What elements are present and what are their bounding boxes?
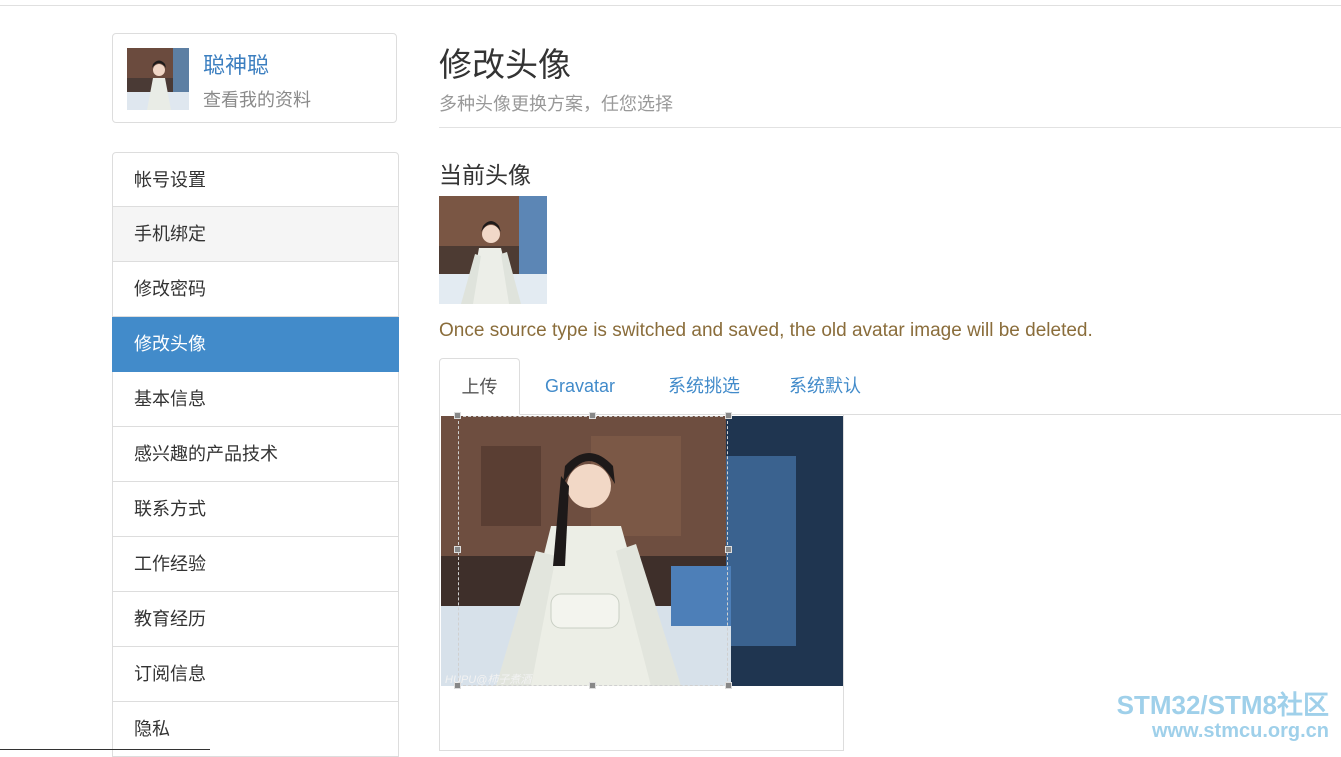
view-profile-link[interactable]: 查看我的资料 [203, 86, 311, 112]
tab-system-default[interactable]: 系统默认 [789, 358, 861, 414]
profile-name[interactable]: 聪神聪 [203, 48, 269, 80]
crop-selection-box[interactable] [458, 416, 728, 686]
crop-handle-top[interactable] [589, 412, 596, 419]
settings-menu: 帐号设置 手机绑定 修改密码 修改头像 基本信息 感兴趣的产品技术 联系方式 工… [112, 152, 399, 757]
menu-item-work-experience[interactable]: 工作经验 [112, 537, 399, 592]
page-title: 修改头像 [439, 46, 571, 83]
bottom-divider [0, 749, 210, 750]
site-watermark: STM32/STM8社区 www.stmcu.org.cn [1117, 690, 1329, 742]
top-divider [0, 5, 1341, 6]
current-avatar-title: 当前头像 [439, 162, 531, 188]
menu-item-change-avatar[interactable]: 修改头像 [112, 317, 399, 372]
crop-handle-top-right[interactable] [725, 412, 732, 419]
crop-handle-right[interactable] [725, 546, 732, 553]
tab-upload[interactable]: 上传 [439, 358, 520, 415]
menu-item-interests[interactable]: 感兴趣的产品技术 [112, 427, 399, 482]
menu-item-education[interactable]: 教育经历 [112, 592, 399, 647]
tab-system-pick[interactable]: 系统挑选 [668, 358, 740, 414]
crop-handle-left[interactable] [454, 546, 461, 553]
menu-item-contact[interactable]: 联系方式 [112, 482, 399, 537]
menu-item-subscriptions[interactable]: 订阅信息 [112, 647, 399, 702]
menu-item-change-password[interactable]: 修改密码 [112, 262, 399, 317]
crop-handle-bottom[interactable] [589, 682, 596, 689]
profile-card: 聪神聪 查看我的资料 [112, 33, 397, 123]
crop-handle-bottom-right[interactable] [725, 682, 732, 689]
current-avatar-image [439, 196, 547, 304]
menu-item-basic-info[interactable]: 基本信息 [112, 372, 399, 427]
avatar-source-tabs: 上传 Gravatar 系统挑选 系统默认 [439, 358, 1341, 415]
image-credit: HUPU@柿子煮酒 [445, 674, 532, 686]
source-switch-warning: Once source type is switched and saved, … [439, 320, 1093, 341]
avatar[interactable] [127, 48, 189, 110]
menu-item-phone-binding[interactable]: 手机绑定 [112, 207, 399, 262]
header-divider [439, 127, 1341, 128]
watermark-line-1: STM32/STM8社区 [1116, 690, 1329, 720]
menu-item-account-settings[interactable]: 帐号设置 [112, 152, 399, 207]
tab-gravatar[interactable]: Gravatar [545, 358, 615, 414]
page-subtitle: 多种头像更换方案，任您选择 [439, 94, 673, 114]
watermark-line-2: www.stmcu.org.cn [1151, 720, 1329, 742]
crop-handle-top-left[interactable] [454, 412, 461, 419]
